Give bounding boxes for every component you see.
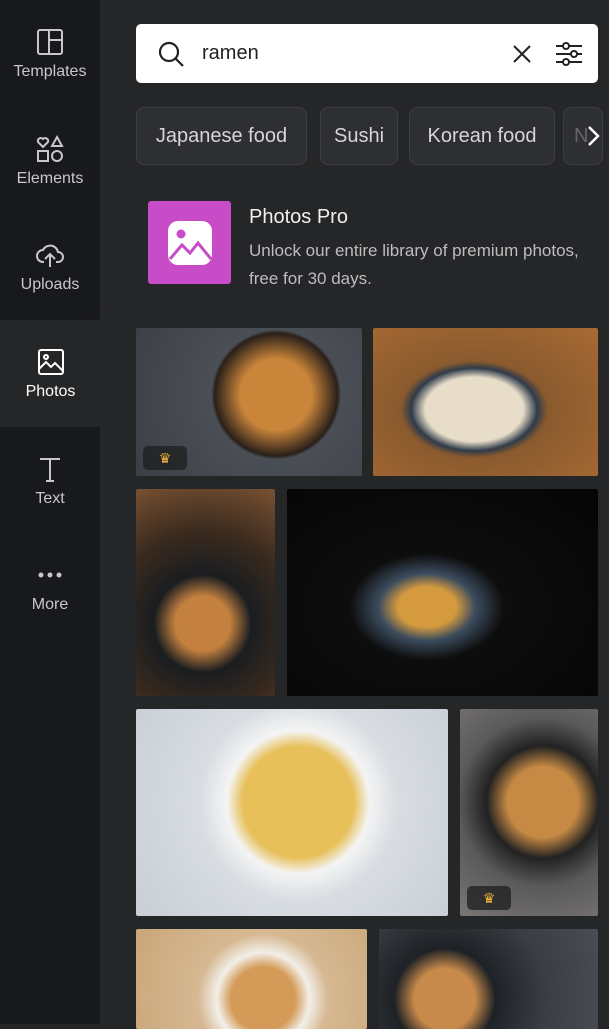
search-icon [158, 41, 184, 67]
sidebar: Templates Elements Uploads Photos Text M… [0, 0, 101, 1024]
sidebar-item-elements[interactable]: Elements [0, 107, 100, 214]
sidebar-corner [0, 300, 100, 320]
photo-icon [37, 348, 64, 375]
sidebar-item-label: Elements [16, 169, 84, 187]
photo-thumbnail[interactable] [136, 489, 275, 696]
promo-description: Unlock our entire library of premium pho… [249, 241, 579, 288]
filter-icon[interactable] [554, 39, 584, 69]
sidebar-item-label: More [31, 595, 69, 613]
photos-pro-icon[interactable] [148, 201, 231, 284]
sidebar-item-label: Photos [25, 382, 76, 400]
photo-thumbnail[interactable]: ♛ [460, 709, 598, 916]
sidebar-item-label: Templates [13, 62, 87, 80]
chip-sushi[interactable]: Sushi [320, 107, 398, 165]
promo-title[interactable]: Photos Pro [249, 206, 348, 229]
text-icon [40, 457, 60, 482]
pro-crown-icon: ♛ [467, 886, 511, 910]
pro-crown-icon: ♛ [143, 446, 187, 470]
photo-thumbnail[interactable] [373, 328, 598, 476]
chip-japanese-food[interactable]: Japanese food [136, 107, 307, 165]
chip-korean-food[interactable]: Korean food [409, 107, 555, 165]
clear-icon[interactable] [510, 42, 534, 66]
search-bar[interactable]: ramen [136, 24, 598, 83]
templates-icon [37, 28, 63, 55]
upload-cloud-icon [36, 244, 64, 267]
sidebar-item-more[interactable]: More [0, 533, 100, 640]
search-input[interactable]: ramen [202, 42, 510, 65]
photo-thumbnail[interactable] [379, 929, 598, 1029]
more-dots-icon [38, 572, 62, 577]
photo-thumbnail[interactable] [287, 489, 598, 696]
sidebar-item-label: Uploads [20, 275, 80, 293]
sidebar-item-templates[interactable]: Templates [0, 0, 100, 107]
chevron-right-icon[interactable] [585, 124, 601, 148]
sidebar-item-text[interactable]: Text [0, 427, 100, 534]
photo-thumbnail[interactable] [136, 709, 448, 916]
sidebar-item-label: Text [35, 489, 65, 507]
elements-icon [36, 134, 64, 162]
sidebar-item-photos[interactable]: Photos [0, 320, 101, 427]
photo-thumbnail[interactable]: ♛ [136, 328, 362, 476]
photo-thumbnail[interactable] [136, 929, 367, 1029]
